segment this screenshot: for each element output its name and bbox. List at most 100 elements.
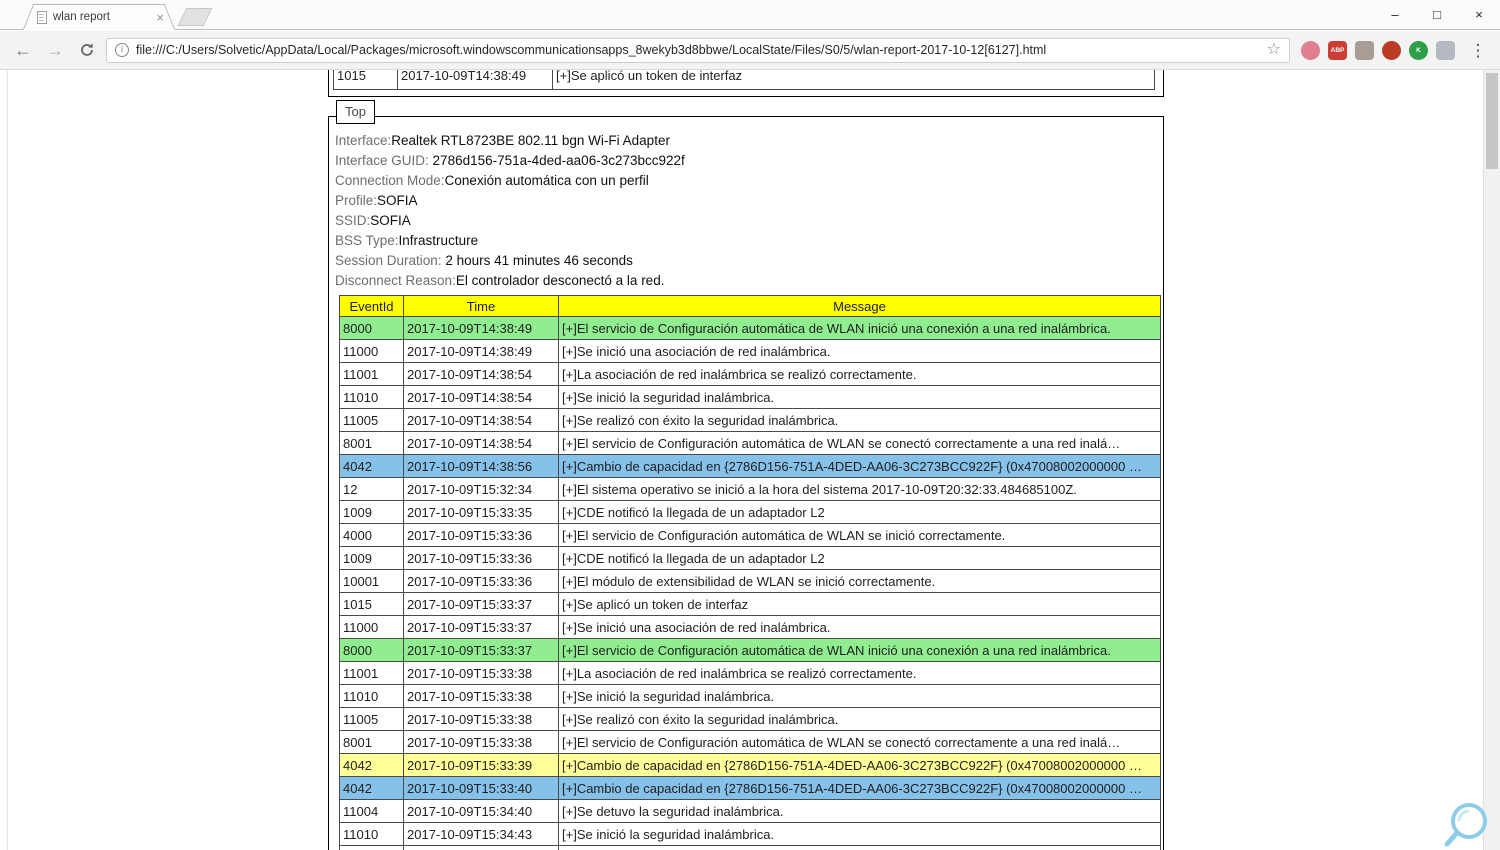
message-cell: [+]Se aplicó un token de interfaz [558, 592, 1161, 616]
message-cell: [+]El sistema operativo se inició a la h… [558, 477, 1161, 501]
event-row: 4042 2017-10-09T14:38:56 [+]Cambio de capa… [339, 454, 1161, 478]
page-info-icon[interactable]: i [115, 43, 129, 57]
event-row: 4042 2017-10-09T15:33:40 [+]Cambio de capa… [339, 776, 1161, 800]
maximize-button[interactable]: □ [1416, 0, 1458, 29]
session-info-line: BSS Type:Infrastructure [335, 231, 1163, 251]
time-cell: 2017-10-09T15:33:35 [403, 500, 559, 524]
extension-icon-5[interactable]: K [1409, 40, 1428, 60]
event-id-cell: 4042 [339, 454, 404, 478]
event-id-cell: 11010 [339, 822, 404, 846]
session-section: Interface:Realtek RTL8723BE 802.11 bgn W… [328, 116, 1164, 850]
top-link[interactable]: Top [336, 100, 375, 124]
browser-window: wlan report × – □ × ← → i file:///C:/Use… [0, 0, 1500, 850]
time-cell: 2017-10-09T15:33:38 [403, 730, 559, 754]
event-table-body: 8000 2017-10-09T14:38:49 [+]El servicio de… [339, 316, 1161, 850]
event-id-cell: 12 [339, 477, 404, 501]
browser-menu-icon[interactable]: ⋮ [1466, 42, 1490, 59]
message-cell: [+]El servicio de Configuración automáti… [558, 638, 1161, 662]
back-button[interactable]: ← [10, 41, 36, 59]
session-info-line: Connection Mode:Conexión automática con … [335, 171, 1163, 191]
time-cell: 2017-10-09T15:33:38 [403, 661, 559, 685]
window-edge [7, 70, 8, 850]
url-text[interactable]: file:///C:/Users/Solvetic/AppData/Local/… [136, 43, 1260, 57]
info-label: BSS Type: [335, 233, 399, 248]
time-cell: 2017-10-09T15:34:43 [403, 845, 559, 850]
message-cell: [+]Se inició la seguridad inalámbrica. [558, 684, 1161, 708]
extension-icon-1[interactable] [1301, 40, 1320, 60]
message-cell: [+]El módulo de extensibilidad de WLAN s… [558, 569, 1161, 593]
event-row: 12 2017-10-09T15:32:34 [+]El sistema opera… [339, 477, 1161, 501]
tab-close-icon[interactable]: × [156, 11, 164, 24]
message-cell: [+]Se realizó con éxito la seguridad ina… [558, 707, 1161, 731]
event-row: 10001 2017-10-09T15:33:36 [+]El módulo de … [339, 569, 1161, 593]
event-row: 1009 2017-10-09T15:33:35 [+]CDE notificó l… [339, 500, 1161, 524]
event-row: 8000 2017-10-09T15:33:37 [+]El servicio de… [339, 638, 1161, 662]
event-id-cell: 4000 [339, 523, 404, 547]
event-id-cell: 4042 [339, 753, 404, 777]
event-row: 1009 2017-10-09T15:33:36 [+]CDE notificó l… [339, 546, 1161, 570]
event-id-cell: 8000 [339, 638, 404, 662]
event-id-cell: 11005 [339, 845, 404, 850]
event-table-header-row: EventId Time Message [339, 295, 1161, 317]
event-id-cell: 11001 [339, 661, 404, 685]
message-cell: [+]Se detuvo la seguridad inalámbrica. [558, 799, 1161, 823]
info-label: Connection Mode: [335, 173, 445, 188]
minimize-button[interactable]: – [1374, 0, 1416, 29]
event-row: 8001 2017-10-09T14:38:54 [+]El servicio de… [339, 431, 1161, 455]
event-id-cell: 11010 [339, 385, 404, 409]
time-cell: 2017-10-09T15:34:43 [403, 822, 559, 846]
reload-button[interactable] [74, 42, 100, 58]
address-bar[interactable]: i file:///C:/Users/Solvetic/AppData/Loca… [106, 37, 1290, 63]
event-row: 11010 2017-10-09T15:33:38 [+]Se inició la … [339, 684, 1161, 708]
info-label: Profile: [335, 193, 378, 208]
message-cell: [+]Cambio de capacidad en {2786D156-751A… [558, 776, 1161, 800]
bookmark-star-icon[interactable]: ☆ [1267, 42, 1281, 58]
event-row: 11001 2017-10-09T15:33:38 [+]La asociación… [339, 661, 1161, 685]
event-row: 4042 2017-10-09T15:33:39 [+]Cambio de capa… [339, 753, 1161, 777]
event-row: 11000 2017-10-09T14:38:49 [+]Se inició una… [339, 339, 1161, 363]
forward-button[interactable]: → [42, 41, 68, 59]
extension-icon-4[interactable] [1382, 40, 1401, 60]
message-cell: [+]Se aplicó un token de interfaz [556, 70, 743, 83]
event-row: 4000 2017-10-09T15:33:36 [+]El servicio de… [339, 523, 1161, 547]
event-row: 11005 2017-10-09T14:38:54 [+]Se realizó co… [339, 408, 1161, 432]
session-info: Interface:Realtek RTL8723BE 802.11 bgn W… [335, 131, 1163, 291]
info-value: Infrastructure [398, 233, 479, 248]
event-row: 1015 2017-10-09T15:33:37 [+]Se aplicó un t… [339, 592, 1161, 616]
time-cell: 2017-10-09T15:32:34 [403, 477, 559, 501]
info-value: Conexión automática con un perfil [444, 173, 649, 188]
close-button[interactable]: × [1458, 0, 1500, 29]
event-id-cell: 4042 [339, 776, 404, 800]
session-info-line: SSID:SOFIA [335, 211, 1163, 231]
event-id-cell: 11001 [339, 362, 404, 386]
scrollbar-thumb[interactable] [1486, 73, 1498, 169]
browser-tab[interactable]: wlan report × [22, 4, 176, 30]
event-table: EventId Time Message 8000 2017-10-09T14:38:… [339, 295, 1161, 850]
message-cell: [+]El servicio de Configuración automáti… [558, 431, 1161, 455]
info-value: El controlador desconectó a la red. [455, 273, 665, 288]
extension-icon-3[interactable] [1355, 40, 1374, 60]
time-cell: 2017-10-09T15:33:37 [403, 592, 559, 616]
vertical-scrollbar[interactable] [1483, 70, 1500, 850]
info-label: Disconnect Reason: [335, 273, 456, 288]
page-content: 1015 2017-10-09T14:38:49 [+]Se aplicó un… [0, 70, 1500, 850]
column-header: EventId [339, 295, 404, 317]
new-tab-button[interactable] [177, 8, 213, 26]
session-info-line: Interface:Realtek RTL8723BE 802.11 bgn W… [335, 131, 1163, 151]
extension-icon-6[interactable] [1436, 40, 1455, 60]
event-row: 11001 2017-10-09T14:38:54 [+]La asociación… [339, 362, 1161, 386]
extension-icon-abp[interactable]: ABP [1328, 40, 1347, 60]
time-cell: 2017-10-09T15:33:36 [403, 546, 559, 570]
time-cell: 2017-10-09T15:33:40 [403, 776, 559, 800]
session-info-line: Interface GUID: 2786d156-751a-4ded-aa06-… [335, 151, 1163, 171]
event-id-cell: 8001 [339, 431, 404, 455]
message-cell: [+]Cambio de capacidad en {2786D156-751A… [558, 454, 1161, 478]
info-value: 2 hours 41 minutes 46 seconds [441, 253, 633, 268]
time-cell: 2017-10-09T15:33:36 [403, 569, 559, 593]
info-label: SSID: [335, 213, 371, 228]
message-cell: [+]El servicio de Configuración automáti… [558, 316, 1161, 340]
column-header: Time [403, 295, 559, 317]
time-cell: 2017-10-09T14:38:54 [403, 385, 559, 409]
info-value: SOFIA [370, 213, 411, 228]
event-id-cell: 1015 [339, 592, 404, 616]
